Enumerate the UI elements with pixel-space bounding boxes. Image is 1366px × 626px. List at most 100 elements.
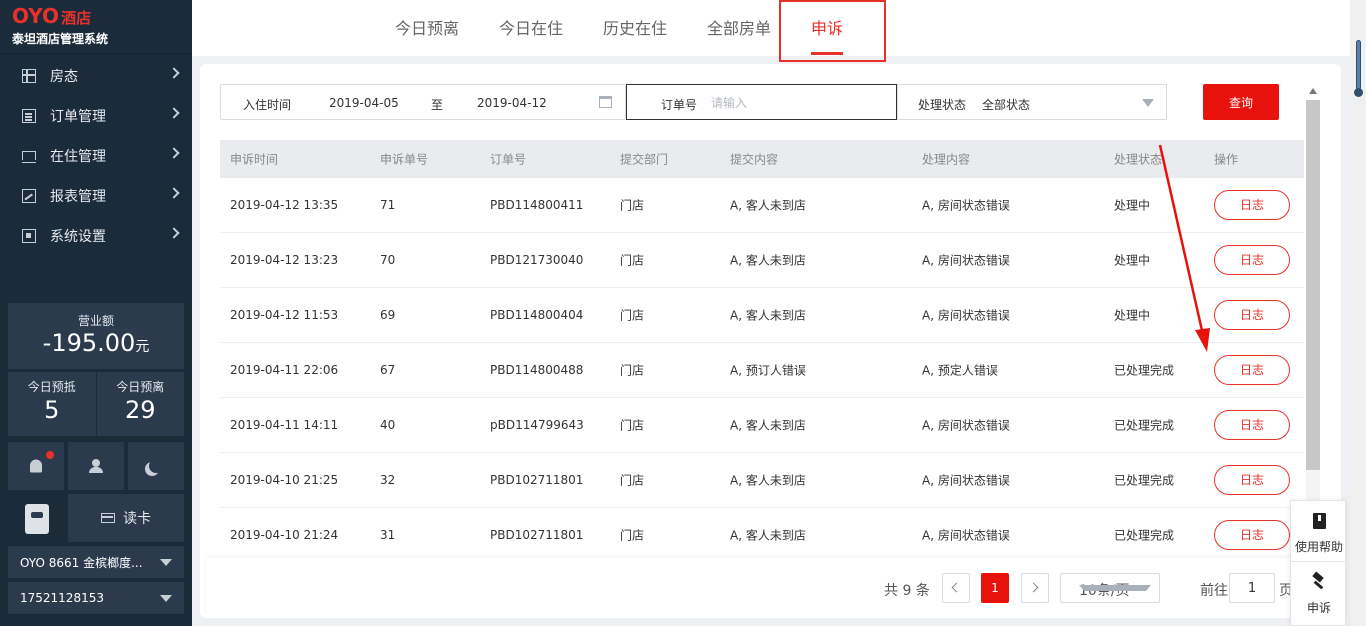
caret-down-icon [160, 559, 172, 566]
calendar-icon[interactable] [599, 96, 612, 108]
date-from[interactable]: 2019-04-05 [329, 96, 399, 110]
bed-icon [22, 149, 36, 163]
sidebar-item-label: 房态 [50, 69, 78, 85]
cell-appeal-time: 2019-04-10 21:24 [230, 528, 339, 542]
thermometer-icon [1354, 40, 1363, 97]
tab-all-room-orders[interactable]: 全部房单 [707, 0, 771, 56]
cell-appeal-no: 67 [380, 363, 396, 377]
sidebar-item-room-status[interactable]: 房态 [0, 56, 192, 96]
table-body: 2019-04-12 13:35 71 PBD114800411 门店 A, 客人未到店… [220, 178, 1304, 563]
sidebar-item-orders[interactable]: 订单管理 [0, 96, 192, 136]
table-row-inner: 2019-04-10 21:24 31 PBD102711801 门店 A, 客人未到店… [220, 508, 1304, 562]
today-departures[interactable]: 今日预离 29 [95, 372, 185, 436]
appeal-panel: 入住时间 2019-04-05 至 2019-04-12 订单号 处理状态 全部… [200, 64, 1341, 618]
hotel-select[interactable]: OYO 8661 金槟榔度... [8, 546, 184, 578]
cell-appeal-time: 2019-04-11 22:06 [230, 363, 339, 377]
cell-department: 门店 [620, 418, 645, 433]
chart-icon [22, 189, 36, 203]
table-row-inner: 2019-04-10 21:25 32 PBD102711801 门店 A, 客人未到店… [220, 453, 1304, 507]
log-button[interactable]: 日志 [1214, 300, 1290, 330]
query-button[interactable]: 查询 [1203, 84, 1279, 120]
log-button[interactable]: 日志 [1214, 410, 1290, 440]
table-row-inner: 2019-04-12 11:53 69 PBD114800404 门店 A, 客人未到店… [220, 288, 1304, 342]
order-number-label: 订单号 [661, 98, 698, 112]
log-button[interactable]: 日志 [1214, 520, 1290, 550]
read-card-button[interactable]: 读卡 [68, 494, 184, 542]
cell-appeal-time: 2019-04-12 11:53 [230, 308, 339, 322]
cell-order-no: PBD102711801 [490, 528, 584, 542]
cell-department: 门店 [620, 473, 645, 488]
sidebar-item-settings[interactable]: 系统设置 [0, 216, 192, 256]
help-button[interactable]: 使用帮助 [1291, 501, 1347, 561]
sidebar-item-reports[interactable]: 报表管理 [0, 176, 192, 216]
today-arrivals[interactable]: 今日预抵 5 [8, 372, 96, 436]
current-page[interactable]: 1 [981, 573, 1009, 603]
tab-history-in-house[interactable]: 历史在住 [603, 0, 667, 56]
table-row: 2019-04-12 11:53 69 PBD114800404 门店 A, 客人未到店… [220, 288, 1304, 343]
cell-status: 已处理完成 [1114, 473, 1175, 488]
thermometer-bulb [1354, 88, 1363, 97]
oyo-logo[interactable]: OYO 酒店 [12, 6, 180, 28]
cell-submit-content: A, 客人未到店 [730, 418, 806, 433]
cell-handle-content: A, 预定人错误 [922, 363, 998, 378]
log-button[interactable]: 日志 [1214, 190, 1290, 220]
tab-today-in-house[interactable]: 今日在住 [499, 0, 563, 56]
notifications-button[interactable] [8, 442, 64, 490]
floating-panel: 使用帮助 申诉 [1290, 500, 1347, 626]
goto-page-input[interactable] [1229, 573, 1275, 603]
revenue-label: 营业额 [77, 314, 114, 328]
chevron-right-icon [168, 107, 180, 119]
cell-appeal-no: 40 [380, 418, 396, 432]
night-audit-button[interactable] [128, 442, 184, 490]
cell-handle-content: A, 房间状态错误 [922, 198, 1010, 213]
table-scrollbar-thumb[interactable] [1306, 100, 1320, 470]
table-row: 2019-04-11 22:06 67 PBD114800488 门店 A, 预订人错误… [220, 343, 1304, 398]
page-size-select[interactable]: 10条/页 [1060, 573, 1160, 603]
logo-suffix: 酒店 [61, 9, 92, 27]
log-button[interactable]: 日志 [1214, 465, 1290, 495]
checkin-date-range[interactable]: 入住时间 2019-04-05 至 2019-04-12 [220, 84, 626, 120]
cell-status: 已处理完成 [1114, 363, 1175, 378]
log-button[interactable]: 日志 [1214, 355, 1290, 385]
account-select[interactable]: 17521128153 [8, 582, 184, 614]
sidebar-item-label: 在住管理 [50, 149, 106, 165]
table-row: 2019-04-11 14:11 40 pBD114799643 门店 A, 客人未到店… [220, 398, 1304, 453]
cell-department: 门店 [620, 308, 645, 323]
log-button[interactable]: 日志 [1214, 245, 1290, 275]
tab-today-departures[interactable]: 今日预离 [395, 0, 459, 56]
cell-order-no: PBD121730040 [490, 253, 584, 267]
table-row-inner: 2019-04-11 14:11 40 pBD114799643 门店 A, 客人未到店… [220, 398, 1304, 452]
status-select[interactable]: 处理状态 全部状态 [897, 84, 1167, 120]
system-name: 泰坦酒店管理系统 [12, 32, 109, 46]
card-reader-row: 读卡 [8, 494, 184, 542]
scroll-up-arrow[interactable] [1309, 88, 1317, 94]
stats-panel: 营业额 -195.00元 今日预抵 5 今日预离 29 [8, 303, 184, 436]
order-number-input[interactable] [711, 94, 881, 112]
sidebar-item-in-house[interactable]: 在住管理 [0, 136, 192, 176]
cell-department: 门店 [620, 528, 645, 543]
table-row: 2019-04-10 21:25 32 PBD102711801 门店 A, 客人未到店… [220, 453, 1304, 508]
cell-order-no: PBD114800411 [490, 198, 584, 212]
table-row: 2019-04-10 21:24 31 PBD102711801 门店 A, 客人未到店… [220, 508, 1304, 563]
col-handle-content: 处理内容 [922, 152, 971, 167]
goto-label: 前往 [1200, 583, 1228, 599]
cell-status: 处理中 [1114, 253, 1151, 268]
chevron-right-icon [168, 227, 180, 239]
guest-button[interactable] [68, 442, 124, 490]
prev-page-button[interactable] [942, 573, 970, 603]
col-appeal-no: 申诉单号 [380, 152, 429, 167]
book-icon [1313, 513, 1326, 529]
top-tabs: 今日预离 今日在住 历史在住 全部房单 申诉 [192, 0, 1350, 62]
table-row: 2019-04-12 13:35 71 PBD114800411 门店 A, 客人未到店… [220, 178, 1304, 233]
table-row-inner: 2019-04-11 22:06 67 PBD114800488 门店 A, 预订人错误… [220, 343, 1304, 397]
chevron-right-icon [168, 147, 180, 159]
next-page-button[interactable] [1021, 573, 1049, 603]
sidebar-menu: 房态 订单管理 在住管理 报表管理 系统设置 [0, 54, 192, 256]
sidebar-item-label: 系统设置 [50, 229, 106, 245]
date-to[interactable]: 2019-04-12 [477, 96, 547, 110]
col-submit-content: 提交内容 [730, 152, 779, 167]
status-label: 处理状态 [918, 98, 967, 112]
cell-status: 已处理完成 [1114, 418, 1175, 433]
appeal-shortcut-button[interactable]: 申诉 [1291, 561, 1347, 621]
cell-handle-content: A, 房间状态错误 [922, 418, 1010, 433]
